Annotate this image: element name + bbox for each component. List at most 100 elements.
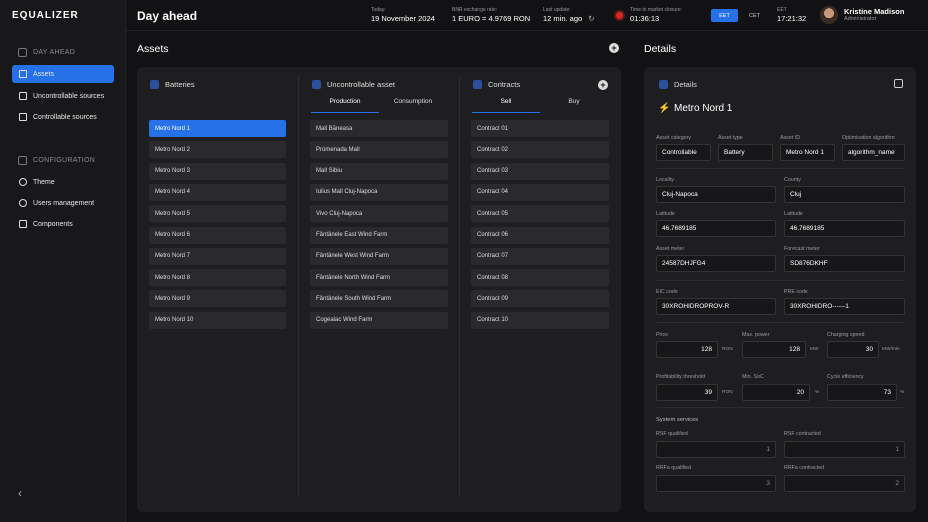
rrfa-qualified-label: RRFa qualified <box>656 465 692 471</box>
configuration-section: CONFIGURATION <box>18 156 95 165</box>
refresh-icon[interactable]: ↻ <box>588 14 594 23</box>
list-item[interactable]: Promenada Mall <box>310 141 448 159</box>
building-icon <box>19 92 27 100</box>
algorithm-field[interactable]: algorithm_name <box>842 144 905 161</box>
details-title: Details <box>659 80 697 89</box>
sidebar-item-controllable[interactable]: Controllable sources <box>12 108 114 126</box>
list-item[interactable]: Fântânele East Wind Farm <box>310 226 448 244</box>
list-item[interactable]: Contract 01 <box>471 120 609 137</box>
list-item[interactable]: Iulius Mall Cluj-Napoca <box>310 183 448 201</box>
contract-icon <box>473 80 482 89</box>
sidebar-item-users[interactable]: Users management <box>12 194 114 212</box>
user-role: Administrator <box>844 16 877 22</box>
asset-meter-field[interactable]: 24587DHJFG4 <box>656 255 776 272</box>
list-item[interactable]: Metro Nord 10 <box>149 311 286 329</box>
list-item[interactable]: Contract 02 <box>471 141 609 159</box>
cycle-field[interactable]: 73 <box>827 384 897 401</box>
add-asset-icon[interactable]: + <box>609 43 619 53</box>
list-item[interactable]: Contract 06 <box>471 226 609 244</box>
tz-eet-button[interactable]: EET <box>711 9 738 22</box>
list-item[interactable]: Metro Nord 7 <box>149 247 286 265</box>
eic-field[interactable]: 30XROHIDROPROV-R <box>656 298 776 315</box>
charging-label: Charging speed <box>827 332 865 338</box>
collapse-sidebar-icon[interactable]: ‹ <box>18 486 22 500</box>
closure-label: Time to market closure: <box>630 7 683 13</box>
list-item[interactable]: Metro Nord 3 <box>149 162 286 180</box>
forecast-meter-field[interactable]: SD876DKHF <box>784 255 905 272</box>
theme-icon <box>19 178 27 186</box>
sidebar-item-components[interactable]: Components <box>12 215 114 233</box>
profit-field[interactable]: 39 <box>656 384 718 401</box>
algorithm-label: Optimisation algorithm <box>842 135 895 141</box>
maxpower-field[interactable]: 128 <box>742 341 806 358</box>
charging-field[interactable]: 30 <box>827 341 879 358</box>
rsf-contracted-field[interactable]: 1 <box>784 441 905 458</box>
minsoc-label: Min. SoC <box>742 374 764 380</box>
price-unit: RON <box>722 347 733 352</box>
rrfa-contracted-field[interactable]: 2 <box>784 475 905 492</box>
pre-field[interactable]: 30XROHIDRO------1 <box>784 298 905 315</box>
list-item[interactable]: Metro Nord 2 <box>149 141 286 159</box>
sidebar-item-uncontrollable[interactable]: Uncontrollable sources <box>12 87 114 105</box>
list-item[interactable]: Contract 07 <box>471 247 609 265</box>
list-item[interactable]: Fântânele South Wind Farm <box>310 290 448 308</box>
minsoc-unit: % <box>815 390 820 395</box>
list-item[interactable]: Cogealac Wind Farm <box>310 311 448 329</box>
building-icon <box>312 80 321 89</box>
avatar[interactable] <box>820 6 838 24</box>
list-item[interactable]: Metro Nord 5 <box>149 205 286 223</box>
list-item[interactable]: Fântânele West Wind Farm <box>310 247 448 265</box>
list-item[interactable]: Fântânele North Wind Farm <box>310 269 448 287</box>
latitude-field[interactable]: 46.7689185 <box>656 220 776 237</box>
asset-id-field[interactable]: Metro Nord 1 <box>780 144 835 161</box>
charging-unit: MW/min <box>882 347 900 352</box>
list-item[interactable]: Contract 10 <box>471 311 609 329</box>
list-item[interactable]: Mall Băneasa <box>310 120 448 137</box>
list-item[interactable]: Contract 05 <box>471 205 609 223</box>
section-label: DAY AHEAD <box>33 49 76 56</box>
add-contract-icon[interactable]: + <box>598 80 608 90</box>
profit-label: Profitability threshold <box>656 374 706 380</box>
minsoc-field[interactable]: 20 <box>742 384 810 401</box>
tz-cet-button[interactable]: CET <box>741 9 768 22</box>
components-icon <box>19 220 27 228</box>
rrfa-qualified-field[interactable]: 3 <box>656 475 776 492</box>
locality-label: Locality <box>656 177 674 183</box>
asset-category-field[interactable]: Controllable <box>656 144 711 161</box>
sidebar-item-label: Theme <box>33 178 55 186</box>
list-item[interactable]: Metro Nord 8 <box>149 269 286 287</box>
latitude2-field[interactable]: 46.7689185 <box>784 220 905 237</box>
list-item[interactable]: Contract 04 <box>471 183 609 201</box>
batteries-title-label: Batteries <box>165 80 195 89</box>
asset-type-field[interactable]: Battery <box>718 144 773 161</box>
list-item[interactable]: Mall Sibiu <box>310 162 448 180</box>
tab-buy[interactable]: Buy <box>540 98 608 105</box>
day-ahead-section: DAY AHEAD <box>18 48 75 57</box>
list-item[interactable]: Contract 08 <box>471 269 609 287</box>
rsf-qualified-field[interactable]: 1 <box>656 441 776 458</box>
list-item[interactable]: Contract 09 <box>471 290 609 308</box>
today-info: Today: 19 November 2024 <box>371 7 435 23</box>
column-divider <box>298 76 299 496</box>
sidebar-item-theme[interactable]: Theme <box>12 173 114 191</box>
last-update-info: Last update: 12 min. ago ↻ <box>543 7 595 23</box>
edit-icon[interactable] <box>894 79 903 88</box>
list-item[interactable]: Metro Nord 9 <box>149 290 286 308</box>
list-item[interactable]: Contract 03 <box>471 162 609 180</box>
tab-consumption[interactable]: Consumption <box>379 98 447 105</box>
list-item[interactable]: Vivo Cluj-Napoca <box>310 205 448 223</box>
list-item[interactable]: Metro Nord 6 <box>149 226 286 244</box>
divider <box>655 322 905 323</box>
list-item[interactable]: Metro Nord 4 <box>149 183 286 201</box>
update-value: 12 min. ago <box>543 14 583 23</box>
county-field[interactable]: Cluj <box>784 186 905 203</box>
price-field[interactable]: 128 <box>656 341 718 358</box>
sidebar-item-assets[interactable]: Assets <box>12 65 114 83</box>
tab-sell[interactable]: Sell <box>472 98 540 105</box>
list-item[interactable]: Metro Nord 1 <box>149 120 286 137</box>
locality-field[interactable]: Cluj-Napoca <box>656 186 776 203</box>
maxpower-label: Max. power <box>742 332 770 338</box>
page-title: Day ahead <box>137 9 198 23</box>
bnr-info: BNR exchange rate: 1 EURO = 4.9769 RON <box>452 7 530 23</box>
tab-production[interactable]: Production <box>311 98 379 105</box>
